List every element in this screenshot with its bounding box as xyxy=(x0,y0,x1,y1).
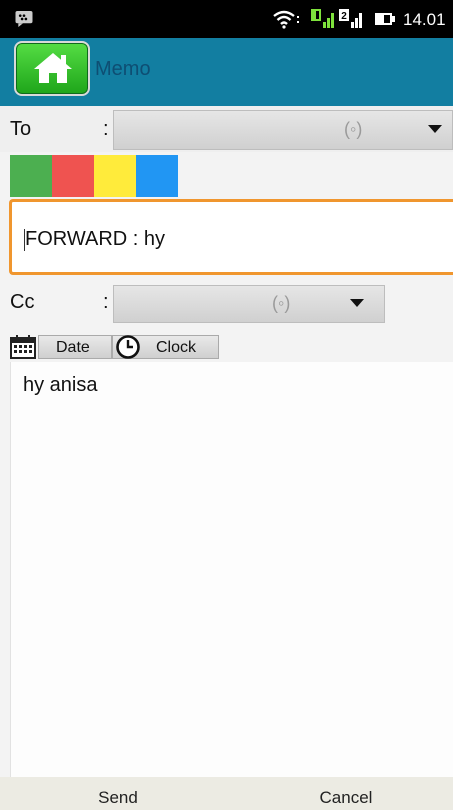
chevron-down-icon xyxy=(350,299,364,307)
bbm-icon xyxy=(15,10,33,27)
send-button[interactable]: Send xyxy=(5,777,231,810)
date-button-label: Date xyxy=(56,339,90,356)
to-colon: : xyxy=(103,118,109,140)
color-swatches xyxy=(10,155,178,197)
status-time: 14.01 xyxy=(403,10,446,29)
cancel-button[interactable]: Cancel xyxy=(233,777,453,810)
subject-value: FORWARD : hy xyxy=(25,228,166,250)
memo-body-value: hy anisa xyxy=(23,374,98,396)
clock-icon xyxy=(116,335,140,359)
status-bar: 2 14.01 xyxy=(0,0,453,38)
cc-label: Cc xyxy=(10,291,35,313)
signal-2-icon: 2 xyxy=(339,9,362,28)
date-button[interactable]: Date xyxy=(38,335,112,359)
color-swatch-green[interactable] xyxy=(10,155,52,197)
clock-button[interactable]: Clock xyxy=(112,335,219,359)
to-row: To : (◦) xyxy=(0,106,453,152)
color-swatch-blue[interactable] xyxy=(136,155,178,197)
app-title: Memo xyxy=(95,58,151,80)
signal-icon xyxy=(311,9,334,28)
to-label: To xyxy=(10,118,32,140)
bottom-action-bar: Send Cancel xyxy=(0,777,453,810)
home-button[interactable] xyxy=(14,41,90,96)
calendar-icon xyxy=(10,335,36,359)
color-swatch-yellow[interactable] xyxy=(94,155,136,197)
to-spinner[interactable]: (◦) xyxy=(113,110,453,150)
clock-button-label: Clock xyxy=(156,339,197,356)
memo-body-textarea[interactable]: hy anisa xyxy=(10,362,453,777)
spinner-knob-icon: (◦) xyxy=(272,293,291,313)
color-swatch-red[interactable] xyxy=(52,155,94,197)
svg-text:2: 2 xyxy=(341,11,347,22)
cc-colon: : xyxy=(103,291,109,313)
spinner-knob-icon: (◦) xyxy=(344,119,363,139)
cc-spinner[interactable]: (◦) xyxy=(113,285,385,323)
date-clock-row: Date Clock xyxy=(10,333,219,361)
wifi-icon xyxy=(273,10,299,29)
app-bar: Memo xyxy=(0,38,453,106)
home-icon xyxy=(34,53,72,83)
subject-input[interactable]: FORWARD : hy xyxy=(9,199,453,275)
battery-icon xyxy=(375,13,395,25)
cc-row: Cc : (◦) xyxy=(0,281,453,325)
chevron-down-icon xyxy=(428,125,442,133)
